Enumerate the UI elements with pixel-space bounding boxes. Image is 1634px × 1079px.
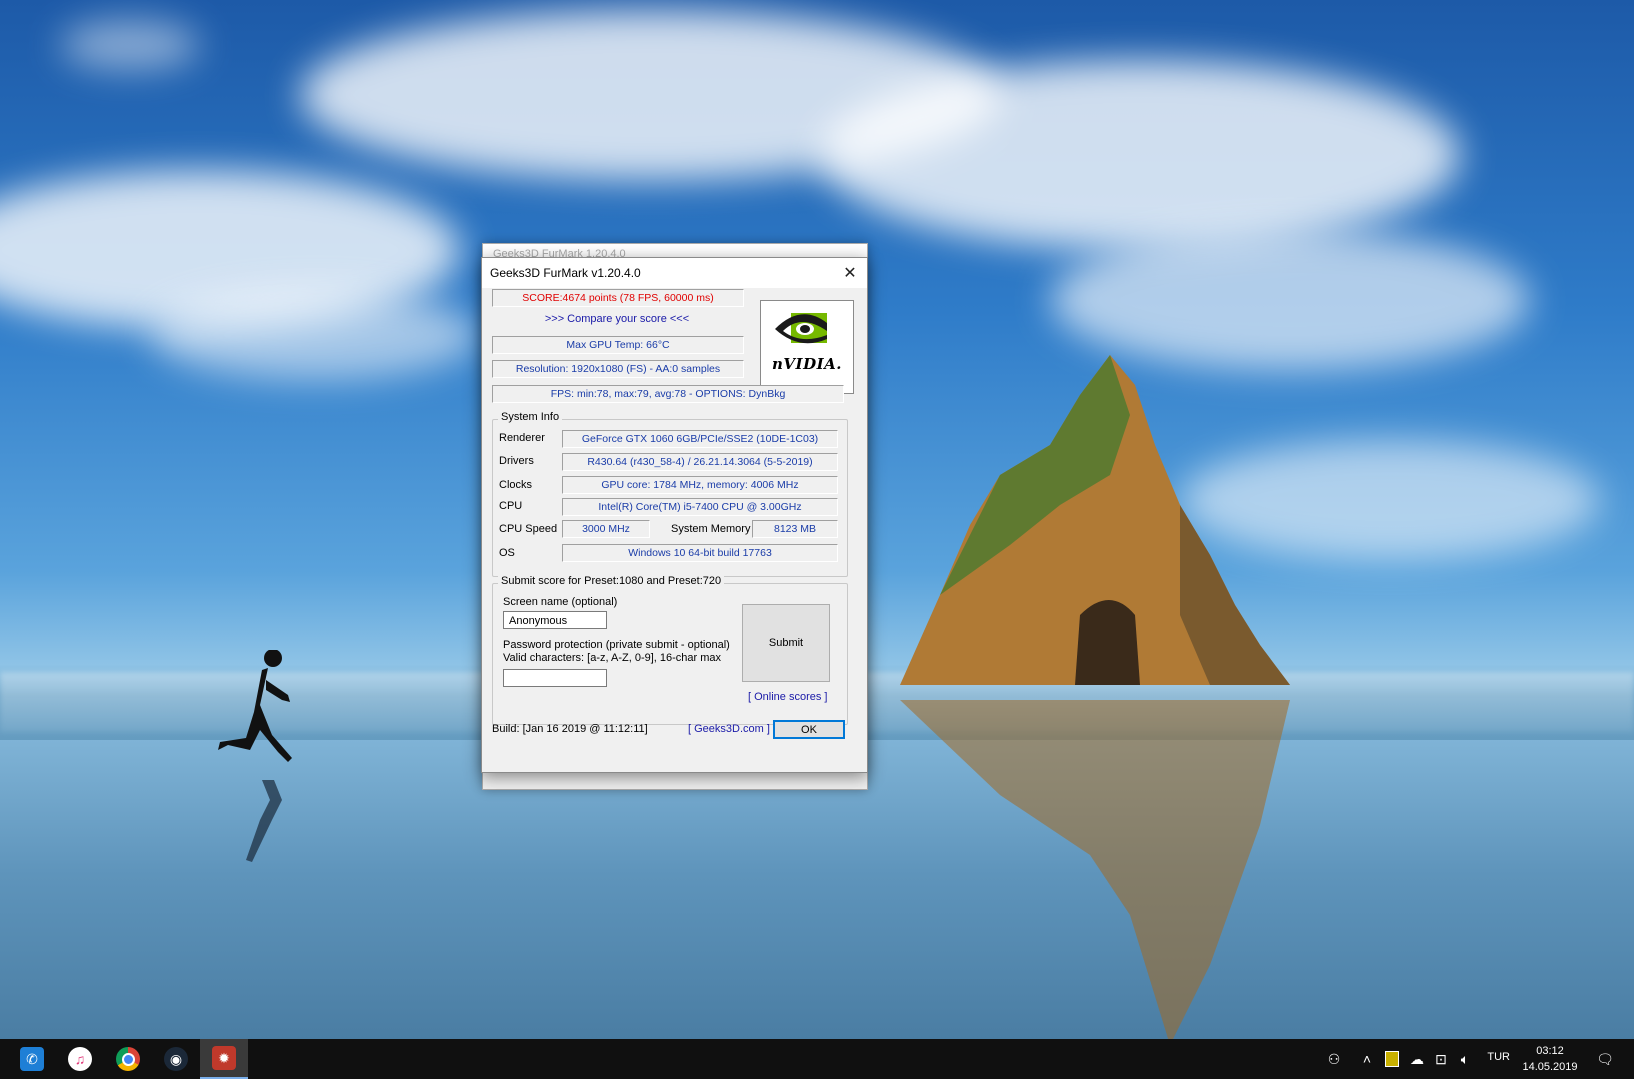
- tray-app-icon[interactable]: [1382, 1039, 1402, 1079]
- close-button[interactable]: ✕: [833, 258, 867, 288]
- renderer-label: Renderer: [499, 432, 545, 444]
- cpu-speed-field: 3000 MHz: [562, 520, 650, 538]
- ok-button[interactable]: OK: [773, 720, 845, 739]
- taskbar-app-furmark[interactable]: ✹: [200, 1039, 248, 1079]
- system-info-group-label: System Info: [498, 411, 563, 423]
- taskbar-app-chrome[interactable]: [104, 1039, 152, 1079]
- action-center-notification-icon[interactable]: 🗨︎: [1590, 1039, 1620, 1079]
- sea-rock-image: [900, 355, 1290, 1039]
- geeks3d-link[interactable]: [ Geeks3D.com ]: [688, 723, 770, 735]
- clocks-label: Clocks: [499, 479, 533, 491]
- cloud: [60, 20, 200, 70]
- steam-icon: ◉: [164, 1047, 188, 1071]
- window-title: Geeks3D FurMark v1.20.4.0: [490, 266, 641, 280]
- system-clock[interactable]: 03:12 14.05.2019: [1520, 1043, 1580, 1075]
- clock-date: 14.05.2019: [1522, 1061, 1578, 1073]
- cloud: [1050, 230, 1530, 370]
- score-field: SCORE:4674 points (78 FPS, 60000 ms): [492, 289, 744, 307]
- chrome-icon: [116, 1047, 140, 1071]
- itunes-icon: ♫: [68, 1047, 92, 1071]
- submit-button[interactable]: Submit: [742, 604, 830, 682]
- screen-name-label: Screen name (optional): [503, 596, 618, 608]
- cpu-label: CPU: [499, 500, 523, 512]
- whatsapp-icon: ✆: [20, 1047, 44, 1071]
- input-language[interactable]: TUR: [1487, 1051, 1510, 1063]
- taskbar-app-whatsapp[interactable]: ✆: [8, 1039, 56, 1079]
- max-gpu-temp-field: Max GPU Temp: 66°C: [492, 336, 744, 354]
- nvidia-logo: nVIDIA.: [760, 300, 854, 394]
- nvidia-eye-icon: [775, 313, 827, 344]
- password-hint-label: Valid characters: [a-z, A-Z, 0-9], 16-ch…: [503, 652, 722, 664]
- network-icon[interactable]: ⊡: [1430, 1039, 1452, 1079]
- system-memory-field: 8123 MB: [752, 520, 838, 538]
- runner-silhouette-image: [218, 650, 292, 862]
- clock-time: 03:12: [1536, 1045, 1564, 1057]
- screen-name-input[interactable]: Anonymous: [503, 611, 607, 629]
- cloud: [820, 60, 1460, 250]
- build-label: Build: [Jan 16 2019 @ 11:12:11]: [492, 723, 648, 735]
- os-field: Windows 10 64-bit build 17763: [562, 544, 838, 562]
- os-label: OS: [499, 547, 515, 559]
- title-bar[interactable]: Geeks3D FurMark v1.20.4.0 ✕: [482, 258, 867, 288]
- drivers-label: Drivers: [499, 455, 534, 467]
- resolution-field: Resolution: 1920x1080 (FS) - AA:0 sample…: [492, 360, 744, 378]
- nvidia-wordmark: nVIDIA.: [772, 355, 842, 373]
- compare-score-link[interactable]: >>> Compare your score <<<: [492, 313, 742, 325]
- renderer-field: GeForce GTX 1060 6GB/PCIe/SSE2 (10DE-1C0…: [562, 430, 838, 448]
- system-memory-label: System Memory: [671, 523, 751, 535]
- online-scores-link[interactable]: [ Online scores ]: [748, 691, 827, 703]
- taskbar-app-steam[interactable]: ◉: [152, 1039, 200, 1079]
- onedrive-cloud-icon[interactable]: ☁: [1406, 1039, 1428, 1079]
- show-hidden-icons-chevron-up-icon[interactable]: ˄: [1358, 1039, 1376, 1079]
- close-icon: ✕: [843, 265, 857, 282]
- clocks-field: GPU core: 1784 MHz, memory: 4006 MHz: [562, 476, 838, 494]
- submit-score-group-label: Submit score for Preset:1080 and Preset:…: [498, 575, 725, 587]
- taskbar-app-itunes[interactable]: ♫: [56, 1039, 104, 1079]
- fps-field: FPS: min:78, max:79, avg:78 - OPTIONS: D…: [492, 385, 844, 403]
- password-label: Password protection (private submit - op…: [503, 639, 730, 651]
- furmark-icon: ✹: [212, 1046, 236, 1070]
- drivers-field: R430.64 (r430_58-4) / 26.21.14.3064 (5-5…: [562, 453, 838, 471]
- people-icon[interactable]: ⚇: [1322, 1039, 1346, 1079]
- cloud: [150, 290, 480, 380]
- taskbar: ✆ ♫ ◉ ✹ ⚇ ˄ ☁ ⊡ 🔈︎ TUR 03:12 14.05.2019 …: [0, 1039, 1634, 1079]
- password-input[interactable]: [503, 669, 607, 687]
- cpu-speed-label: CPU Speed: [499, 523, 558, 535]
- furmark-results-dialog: Geeks3D FurMark v1.20.4.0 ✕ SCORE:4674 p…: [481, 257, 868, 773]
- cpu-field: Intel(R) Core(TM) i5-7400 CPU @ 3.00GHz: [562, 498, 838, 516]
- volume-icon[interactable]: 🔈︎: [1454, 1039, 1476, 1079]
